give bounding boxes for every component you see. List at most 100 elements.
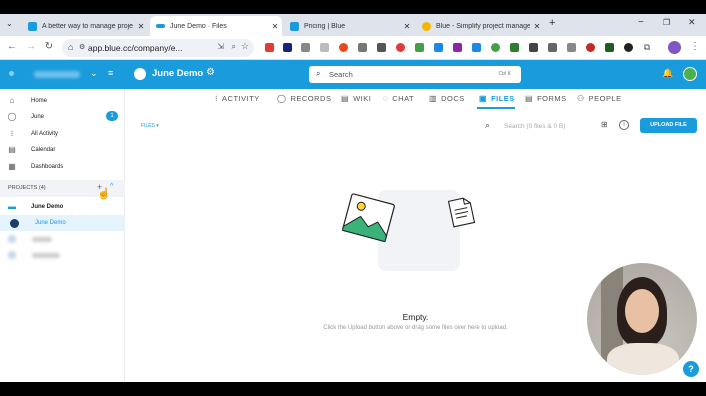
extension-icon[interactable]	[265, 43, 274, 52]
zoom-icon[interactable]: ⌕	[232, 42, 236, 52]
tab-records[interactable]: ◯ RECORDS	[277, 94, 331, 103]
help-button[interactable]: ?	[683, 361, 699, 377]
install-app-icon[interactable]: ⇲	[217, 42, 224, 51]
user-avatar[interactable]	[683, 67, 697, 81]
document-file-icon	[447, 197, 476, 228]
notifications-bell-icon[interactable]: 🔔	[662, 68, 673, 79]
browser-tab-4[interactable]: Blue - Simplify project manage ✕	[416, 16, 544, 36]
close-tab-icon[interactable]: ✕	[400, 22, 414, 31]
site-info-icon[interactable]: ⚙	[79, 43, 85, 51]
folder-icon: ▬	[8, 202, 16, 211]
project-settings-gear-icon[interactable]: ⚙	[206, 67, 215, 78]
restore-window-icon[interactable]: ❐	[663, 18, 670, 27]
docs-icon: ▥	[429, 94, 438, 103]
search-icon: ⌕	[316, 69, 321, 78]
unread-badge: 1	[106, 111, 118, 121]
address-bar[interactable]: ⌂ ⚙ app.blue.cc/company/e... ⇲ ⌕ ☆	[62, 39, 254, 57]
tab-files[interactable]: ▣ FILES	[479, 94, 515, 103]
tab-people[interactable]: ⚇ PEOPLE	[577, 94, 622, 103]
url-text[interactable]: app.blue.cc/company/e...	[88, 43, 183, 53]
company-chevron-icon[interactable]: ⌄	[90, 68, 98, 79]
project-title: June Demo	[152, 68, 204, 79]
extension-icon[interactable]	[339, 43, 348, 52]
presenter-shirt	[607, 343, 679, 375]
extension-icon[interactable]	[396, 43, 405, 52]
sidebar-item-all-activity[interactable]: ⁝ All Activity	[0, 126, 125, 141]
collapse-sidebar-icon[interactable]: ≡	[108, 68, 113, 78]
extension-icon[interactable]	[605, 43, 614, 52]
forward-arrow-icon[interactable]: →	[24, 41, 38, 52]
minimize-window-icon[interactable]: −	[638, 17, 644, 28]
extension-icon[interactable]	[358, 43, 367, 52]
webcam-overlay	[587, 263, 697, 375]
browser-menu-icon[interactable]: ⋮	[688, 41, 702, 52]
sidebar-project-june-demo[interactable]: ▬ June Demo	[0, 199, 125, 214]
extension-icon[interactable]	[434, 43, 443, 52]
tab-wiki[interactable]: ▤ WIKI	[341, 94, 371, 103]
browser-tab-2[interactable]: June Demo · Files ✕	[150, 16, 282, 36]
files-search-input[interactable]: Search (0 files & 0 B)	[504, 123, 565, 130]
close-tab-icon[interactable]: ✕	[268, 22, 282, 31]
calendar-icon: ▤	[8, 145, 16, 154]
browser-toolbar: ← → ↻ ⌂ ⚙ app.blue.cc/company/e... ⇲ ⌕ ☆…	[0, 36, 706, 60]
tab-chat[interactable]: ◌ CHAT	[383, 94, 414, 103]
back-arrow-icon[interactable]: ←	[5, 41, 19, 52]
profile-avatar[interactable]	[668, 41, 681, 54]
close-window-icon[interactable]: ✕	[688, 17, 696, 28]
new-tab-button[interactable]: +	[549, 17, 555, 29]
tab-list-chevron-icon[interactable]: ⌄	[6, 19, 13, 28]
sidebar-item-label: All Activity	[31, 130, 59, 137]
letterbox-bottom	[0, 382, 706, 396]
app-header: ⌄ ≡ June Demo ⚙ ⌕ Search Ctrl K 🔔	[0, 60, 706, 89]
grid-view-icon[interactable]: ⊞	[601, 120, 608, 129]
extension-icon[interactable]	[510, 43, 519, 52]
bookmark-star-icon[interactable]: ☆	[241, 41, 249, 52]
blue-favicon-icon	[156, 24, 165, 28]
doc-icon: ▤	[341, 94, 350, 103]
files-dropdown[interactable]: FILES ▾	[141, 123, 159, 129]
sidebar-item-label: June	[31, 113, 45, 120]
search-input[interactable]: ⌕ Search Ctrl K	[309, 66, 521, 83]
sidebar-item-home[interactable]: ⌂ Home	[0, 93, 125, 108]
browser-tab-3[interactable]: Pricing | Blue ✕	[284, 16, 414, 36]
tab-title: Pricing | Blue	[304, 22, 346, 30]
tab-title: Blue - Simplify project manage	[436, 22, 530, 30]
blue-yellow-favicon-icon	[422, 21, 431, 31]
extension-icon[interactable]	[453, 43, 462, 52]
sidebar-item-calendar[interactable]: ▤ Calendar	[0, 142, 125, 157]
close-tab-icon[interactable]: ✕	[134, 22, 148, 31]
chat-icon: ◌	[383, 94, 389, 103]
tab-docs[interactable]: ▥ DOCS	[429, 94, 465, 103]
extension-icon[interactable]	[472, 43, 481, 52]
extension-icon[interactable]	[548, 43, 557, 52]
extensions-puzzle-icon[interactable]: ⧉	[640, 42, 654, 53]
search-icon[interactable]: ⌕	[485, 120, 490, 131]
extension-icon[interactable]	[320, 43, 329, 52]
tab-title: June Demo · Files	[170, 22, 227, 30]
extension-icon[interactable]	[567, 43, 576, 52]
sidebar-item-label: June Demo	[35, 220, 66, 226]
extension-icon[interactable]	[301, 43, 310, 52]
extension-icon[interactable]	[283, 43, 292, 52]
extension-icon[interactable]	[624, 43, 633, 52]
search-shortcut-hint: Ctrl K	[498, 71, 512, 77]
tab-activity[interactable]: ⁝ ACTIVITY	[215, 94, 260, 103]
extension-icon[interactable]	[529, 43, 538, 52]
project-avatar-icon	[134, 68, 146, 80]
upload-file-button[interactable]: UPLOAD FILE	[640, 118, 697, 133]
browser-tab-1[interactable]: A better way to manage proje ✕	[22, 16, 148, 36]
extension-icon[interactable]	[586, 43, 595, 52]
browser-tab-strip: ⌄ A better way to manage proje ✕ June De…	[0, 14, 706, 36]
extension-icon[interactable]	[415, 43, 424, 52]
info-icon[interactable]: i	[619, 120, 629, 130]
sidebar-item-dashboards[interactable]: ▦ Dashboards	[0, 159, 125, 174]
extension-icon[interactable]	[491, 43, 500, 52]
sidebar-item-june[interactable]: ◯ June 1	[0, 109, 125, 124]
blurred-project-label	[32, 253, 60, 258]
reload-icon[interactable]: ↻	[42, 41, 56, 52]
close-tab-icon[interactable]: ✕	[530, 22, 544, 31]
tab-forms[interactable]: ▤ FORMS	[525, 94, 567, 103]
home-icon[interactable]: ⌂	[68, 42, 73, 52]
sidebar-project-june-demo-selected[interactable]: June Demo	[0, 215, 125, 231]
extension-icon[interactable]	[377, 43, 386, 52]
